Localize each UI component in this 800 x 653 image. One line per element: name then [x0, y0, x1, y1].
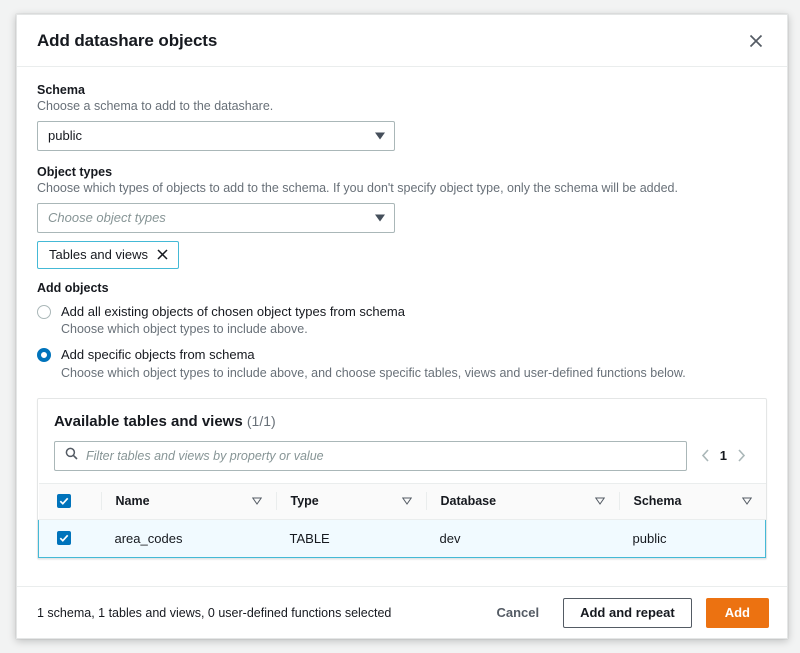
- schema-label: Schema: [37, 83, 85, 97]
- dialog-title: Add datashare objects: [37, 30, 218, 50]
- radio-title: Add all existing objects of chosen objec…: [61, 303, 405, 319]
- chevron-down-icon: [375, 132, 385, 140]
- cell-schema: public: [618, 518, 766, 558]
- panel-header: Available tables and views (1/1) Filter …: [38, 399, 766, 483]
- sort-icon[interactable]: [401, 497, 412, 505]
- close-icon[interactable]: [743, 28, 769, 54]
- row-checkbox[interactable]: [57, 531, 71, 546]
- panel-title: Available tables and views (1/1): [54, 413, 750, 430]
- radio-description: Choose which object types to include abo…: [61, 322, 308, 337]
- cell-type: TABLE: [275, 518, 426, 558]
- table-row[interactable]: area_codes TABLE dev public: [38, 518, 766, 558]
- token-remove-icon[interactable]: [157, 249, 168, 260]
- tables-and-views-table: Name Type Database Schema area_codes TAB…: [38, 482, 766, 558]
- filter-placeholder: Filter tables and views by property or v…: [86, 448, 324, 463]
- object-types-placeholder: Choose object types: [48, 210, 166, 226]
- schema-select-value: public: [48, 128, 82, 144]
- add-button[interactable]: Add: [705, 597, 769, 628]
- chevron-left-icon[interactable]: [701, 449, 710, 462]
- object-types-field-group: Object types Choose which types of objec…: [37, 165, 767, 269]
- sort-icon[interactable]: [741, 497, 752, 505]
- column-header-database[interactable]: Database: [441, 494, 497, 508]
- radio-mark-checked: [37, 348, 51, 363]
- object-types-description: Choose which types of objects to add to …: [37, 180, 678, 195]
- table-header-row: Name Type Database Schema: [38, 482, 766, 520]
- dialog-footer: 1 schema, 1 tables and views, 0 user-def…: [17, 586, 787, 638]
- add-and-repeat-button[interactable]: Add and repeat: [563, 597, 692, 628]
- column-header-type[interactable]: Type: [291, 494, 319, 508]
- cell-database: dev: [425, 518, 619, 558]
- schema-field-group: Schema Choose a schema to add to the dat…: [37, 83, 767, 151]
- object-types-label: Object types: [37, 164, 113, 179]
- selection-status: 1 schema, 1 tables and views, 0 user-def…: [37, 605, 392, 620]
- schema-select[interactable]: public: [37, 120, 395, 151]
- column-header-name[interactable]: Name: [116, 494, 150, 508]
- object-types-select[interactable]: Choose object types: [37, 202, 395, 233]
- search-icon: [65, 447, 78, 465]
- select-all-checkbox[interactable]: [56, 494, 71, 509]
- page-number[interactable]: 1: [720, 448, 727, 463]
- available-tables-panel: Available tables and views (1/1) Filter …: [37, 397, 767, 559]
- cancel-button[interactable]: Cancel: [486, 605, 549, 620]
- chevron-down-icon: [375, 214, 385, 222]
- add-objects-label: Add objects: [37, 280, 109, 295]
- dialog-body: Schema Choose a schema to add to the dat…: [17, 67, 787, 586]
- filter-row: Filter tables and views by property or v…: [54, 440, 750, 471]
- sort-icon[interactable]: [251, 497, 262, 505]
- cell-name: area_codes: [100, 518, 276, 558]
- radio-add-all-existing-objects[interactable]: Add all existing objects of chosen objec…: [37, 303, 767, 338]
- panel-title-text: Available tables and views: [54, 412, 243, 430]
- radio-mark-unchecked: [37, 304, 51, 319]
- panel-count: (1/1): [246, 412, 276, 429]
- token-label: Tables and views: [49, 247, 148, 263]
- filter-input[interactable]: Filter tables and views by property or v…: [54, 440, 687, 471]
- sort-icon[interactable]: [594, 497, 605, 505]
- token-tables-and-views[interactable]: Tables and views: [37, 240, 179, 269]
- pagination: 1: [701, 448, 750, 463]
- column-header-schema[interactable]: Schema: [634, 494, 682, 508]
- object-types-token-list: Tables and views: [37, 240, 767, 269]
- radio-description: Choose which object types to include abo…: [61, 365, 686, 380]
- radio-add-specific-objects[interactable]: Add specific objects from schema Choose …: [37, 346, 767, 381]
- dialog-header: Add datashare objects: [17, 15, 787, 67]
- add-datashare-objects-dialog: Add datashare objects Schema Choose a sc…: [16, 14, 788, 639]
- chevron-right-icon[interactable]: [737, 449, 746, 462]
- schema-description: Choose a schema to add to the datashare.: [37, 99, 274, 113]
- radio-title: Add specific objects from schema: [61, 347, 255, 363]
- add-objects-group: Add objects Add all existing objects of …: [37, 281, 767, 382]
